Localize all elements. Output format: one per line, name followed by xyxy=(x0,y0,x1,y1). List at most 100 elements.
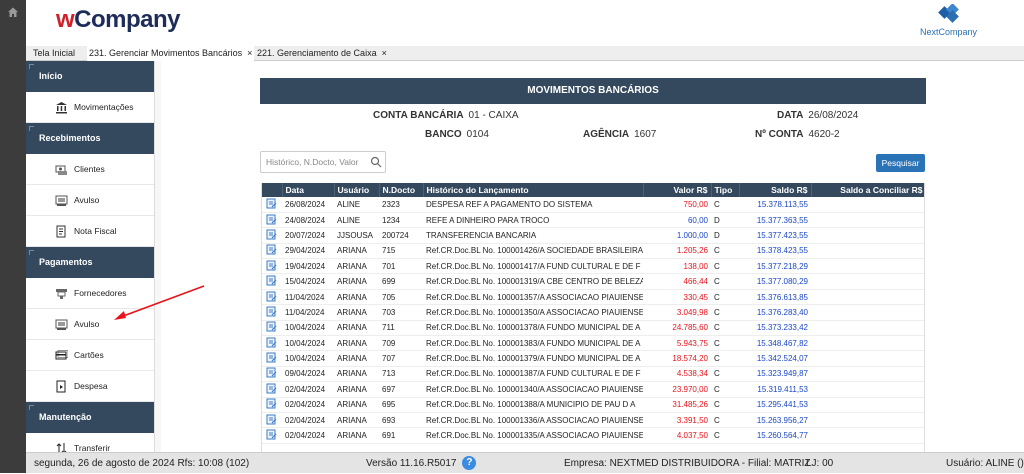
row-data: 11/04/2024 xyxy=(282,289,334,306)
edit-doc-icon[interactable] xyxy=(266,429,277,440)
close-icon[interactable]: × xyxy=(382,48,387,58)
row-data: 24/08/2024 xyxy=(282,212,334,229)
transfer-icon xyxy=(56,443,67,452)
help-icon[interactable]: ? xyxy=(462,456,477,471)
table-row[interactable]: 10/04/2024 ARIANA 711 Ref.CR.Doc.BL No. 100… xyxy=(262,320,924,337)
edit-doc-icon[interactable] xyxy=(266,367,277,378)
table-row[interactable]: 10/04/2024 ARIANA 707 Ref.CR.Doc.BL No. 100… xyxy=(262,350,924,367)
row-usuario: ARIANA xyxy=(334,366,379,383)
row-ndocto: 705 xyxy=(379,289,423,306)
edit-doc-icon[interactable] xyxy=(266,275,277,286)
edit-doc-icon[interactable] xyxy=(266,398,277,409)
table-row[interactable]: 09/04/2024 ARIANA 713 Ref.CR.Doc.BL No. 100… xyxy=(262,366,924,383)
edit-doc-icon[interactable] xyxy=(266,337,277,348)
row-historico: Ref.CR.Doc.BL No. 100001379/A FUNDO MUNI… xyxy=(423,350,643,367)
table-row[interactable]: 24/08/2024 ALINE 1234 REFE A DINHEIRO PARA … xyxy=(262,212,924,229)
row-valor: 3.049,98 xyxy=(643,304,711,321)
edit-doc-icon[interactable] xyxy=(266,383,277,394)
sidebar-section-inicio[interactable]: Início xyxy=(26,61,154,92)
row-saldo: 15.342.524,07 xyxy=(739,350,811,367)
sidebar-item-nota-fiscal[interactable]: Nota Fiscal xyxy=(26,216,154,247)
table-row[interactable]: 02/04/2024 ARIANA 693 Ref.CR.Doc.BL No. 100… xyxy=(262,412,924,429)
sidebar-item-avulso-receb[interactable]: Avulso xyxy=(26,185,154,216)
tab-gerenciar-movimentos[interactable]: 231. Gerenciar Movimentos Bancários × xyxy=(87,46,255,61)
edit-doc-icon[interactable] xyxy=(266,414,277,425)
row-ndocto: 691 xyxy=(379,427,423,444)
tab-bar: Tela Inicial 231. Gerenciar Movimentos B… xyxy=(26,46,1024,61)
edit-doc-icon[interactable] xyxy=(266,352,277,363)
table-row[interactable]: 20/07/2024 JJSOUSA 200724 TRANSFERENCIA BAN… xyxy=(262,227,924,244)
table-row[interactable]: 26/08/2024 ALINE 2323 DESPESA REF A PAGAMEN… xyxy=(262,197,924,213)
table-row[interactable]: 11/04/2024 ARIANA 703 Ref.CR.Doc.BL No. 100… xyxy=(262,304,924,321)
col-tipo[interactable]: Tipo xyxy=(711,183,740,197)
row-historico: Ref.CR.Doc.BL No. 100001417/A FUND CULTU… xyxy=(423,258,643,275)
home-icon[interactable] xyxy=(7,6,19,18)
row-historico: REFE A DINHEIRO PARA TROCO xyxy=(423,212,643,229)
edit-doc-icon[interactable] xyxy=(266,291,277,302)
row-cell-icon xyxy=(262,243,282,260)
col-historico[interactable]: Histórico do Lançamento xyxy=(423,183,644,197)
company-logo[interactable]: wCompany xyxy=(56,6,181,34)
expense-icon xyxy=(56,380,66,393)
sidebar-section-pagamentos[interactable]: Pagamentos xyxy=(26,247,154,278)
col-saldo-conciliar[interactable]: Saldo a Conciliar R$ xyxy=(811,183,924,197)
sidebar-item-transferir[interactable]: Transferir xyxy=(26,433,154,452)
row-tipo: C xyxy=(711,243,739,260)
row-usuario: ARIANA xyxy=(334,350,379,367)
sidebar-section-manutencao[interactable]: Manutenção xyxy=(26,402,154,433)
row-saldo: 15.348.467,82 xyxy=(739,335,811,352)
table-row[interactable]: 29/04/2024 ARIANA 715 Ref.CR.Doc.BL No. 100… xyxy=(262,243,924,260)
edit-doc-icon[interactable] xyxy=(266,244,277,255)
sidebar-item-movimentacoes[interactable]: Movimentações xyxy=(26,92,154,123)
col-valor[interactable]: Valor R$ xyxy=(643,183,712,197)
row-historico: Ref.CR.Doc.BL No. 100001319/A CBE CENTRO… xyxy=(423,273,643,290)
row-cell-icon xyxy=(262,412,282,429)
panel-title: MOVIMENTOS BANCÁRIOS xyxy=(260,78,926,104)
row-valor: 330,45 xyxy=(643,289,711,306)
row-valor: 138,00 xyxy=(643,258,711,275)
col-data[interactable]: Data xyxy=(282,183,335,197)
edit-doc-icon[interactable] xyxy=(266,321,277,332)
table-row[interactable]: 10/04/2024 ARIANA 709 Ref.CR.Doc.BL No. 100… xyxy=(262,335,924,352)
table-row[interactable]: 02/04/2024 ARIANA 691 Ref.CR.Doc.BL No. 100… xyxy=(262,427,924,444)
search-button[interactable]: Pesquisar xyxy=(876,154,925,172)
cash-icon xyxy=(55,319,68,330)
edit-doc-icon[interactable] xyxy=(266,198,277,209)
edit-doc-icon[interactable] xyxy=(266,260,277,271)
row-historico: Ref.CR.Doc.BL No. 100001426/A SOCIEDADE … xyxy=(423,243,643,260)
search-icon[interactable] xyxy=(370,156,382,168)
row-cell-icon xyxy=(262,273,282,290)
edit-doc-icon[interactable] xyxy=(266,229,277,240)
status-company: Empresa: NEXTMED DISTRIBUIDORA - Filial:… xyxy=(564,458,811,469)
col-ndocto[interactable]: N.Docto xyxy=(379,183,424,197)
table-row[interactable]: 19/04/2024 ARIANA 701 Ref.CR.Doc.BL No. 100… xyxy=(262,258,924,275)
tab-home[interactable]: Tela Inicial xyxy=(33,46,75,61)
row-cell-icon xyxy=(262,335,282,352)
row-historico: Ref.CR.Doc.BL No. 100001336/A ASSOCIACAO… xyxy=(423,412,643,429)
table-header-row: Data Usuário N.Docto Histórico do Lançam… xyxy=(262,183,924,197)
table-row[interactable]: 02/04/2024 ARIANA 695 Ref.CR.Doc.BL No. 100… xyxy=(262,397,924,413)
edit-doc-icon[interactable] xyxy=(266,214,277,225)
status-lj: LJ: 00 xyxy=(806,458,834,469)
tab-gerenciamento-caixa[interactable]: 221. Gerenciamento de Caixa × xyxy=(257,46,387,61)
table-row[interactable]: 15/04/2024 ARIANA 699 Ref.CR.Doc.BL No. 100… xyxy=(262,273,924,290)
sidebar-section-recebimentos[interactable]: Recebimentos xyxy=(26,123,154,154)
row-usuario: ARIANA xyxy=(334,289,379,306)
sidebar-item-fornecedores[interactable]: Fornecedores xyxy=(26,278,154,309)
close-icon[interactable]: × xyxy=(247,48,252,58)
edit-doc-icon[interactable] xyxy=(266,306,277,317)
col-usuario[interactable]: Usuário xyxy=(334,183,380,197)
sidebar-item-clientes[interactable]: Clientes xyxy=(26,154,154,185)
col-saldo[interactable]: Saldo R$ xyxy=(739,183,812,197)
search-input[interactable] xyxy=(261,152,366,172)
sidebar-item-cartoes[interactable]: Cartões xyxy=(26,340,154,371)
sidebar-item-avulso-pag[interactable]: Avulso xyxy=(26,309,154,340)
row-saldo: 15.378.423,55 xyxy=(739,243,811,260)
table-row[interactable]: 11/04/2024 ARIANA 705 Ref.CR.Doc.BL No. 100… xyxy=(262,289,924,306)
row-usuario: JJSOUSA xyxy=(334,227,379,244)
row-usuario: ARIANA xyxy=(334,304,379,321)
row-tipo: C xyxy=(711,427,739,444)
row-tipo: C xyxy=(711,273,739,290)
sidebar-item-despesa[interactable]: Despesa xyxy=(26,371,154,402)
table-row[interactable]: 02/04/2024 ARIANA 697 Ref.CR.Doc.BL No. 100… xyxy=(262,381,924,398)
